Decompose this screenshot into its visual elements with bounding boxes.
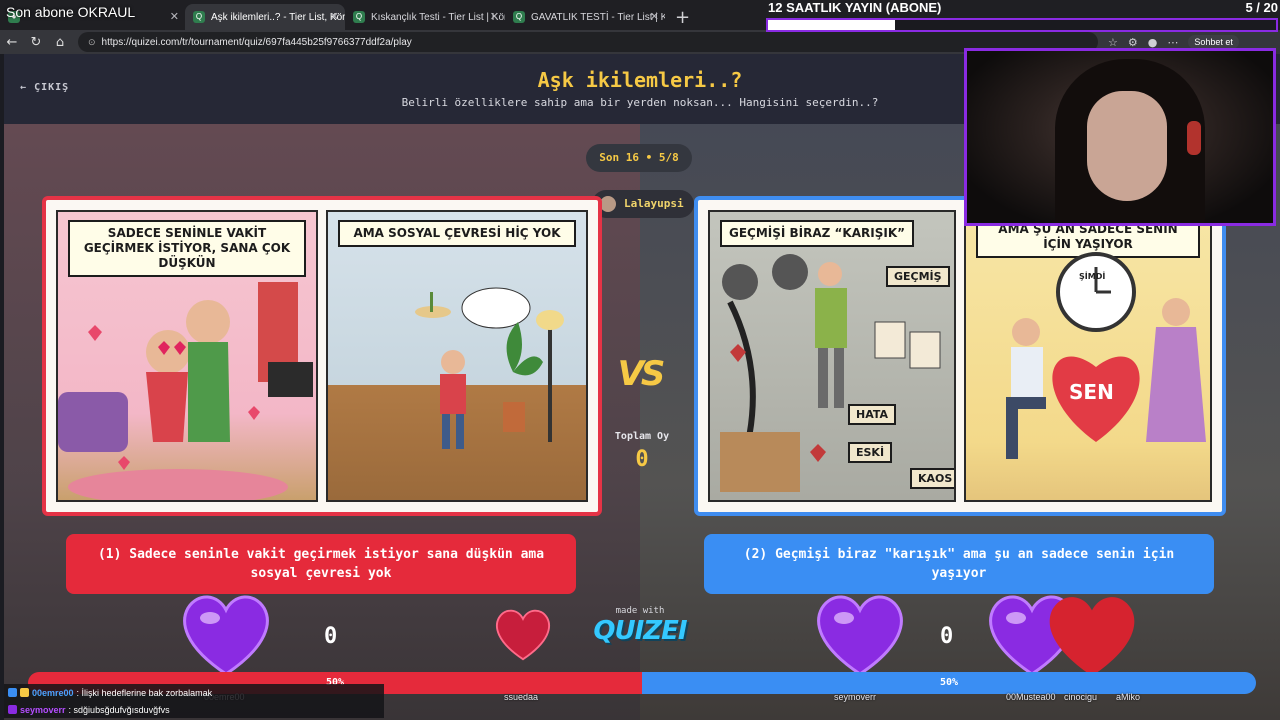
purple-heart-icon	[183, 595, 269, 676]
url-field[interactable]: ⊙ https://quizei.com/tr/tournament/quiz/…	[78, 32, 1098, 52]
close-tab-icon[interactable]: ✕	[490, 10, 499, 23]
hugging-couple-illustration	[58, 282, 313, 500]
made-with-label: made with	[615, 606, 665, 616]
purple-heart-icon	[817, 595, 903, 676]
tab-label: Kıskançlık Testi - Tier List | Kör Sıra	[371, 11, 505, 23]
goal-count: 5 / 20	[1245, 0, 1278, 15]
mod-badge-icon	[8, 688, 17, 697]
voter-name: cinocigu	[1064, 692, 1098, 702]
player-name: Lalayupsi	[624, 197, 684, 210]
profile-icon[interactable]: ●	[1148, 36, 1158, 49]
quizei-logo: QUIZEI	[593, 616, 687, 646]
tab-3[interactable]: Q Kıskançlık Testi - Tier List | Kör Sır…	[345, 4, 505, 30]
close-tab-icon[interactable]: ✕	[170, 10, 179, 23]
chat-text: : sdğiubsğdufvğısduvğfvs	[68, 704, 170, 715]
avatar	[600, 196, 616, 212]
last-subscriber-label: Son abone OKRAUL	[6, 4, 136, 20]
headset-icon	[1187, 121, 1201, 155]
tab-label: Aşk ikilemleri..? - Tier List, Kör Sıra	[211, 11, 345, 23]
option-2-button[interactable]: (2) Geçmişi biraz "karışık" ama şu an sa…	[704, 534, 1214, 594]
chat-text: : İlişki hedeflerine bak zorbalamak	[76, 687, 213, 698]
option-1-panel-1: SADECE SENİNLE VAKİT GEÇİRMEK İSTİYOR, S…	[56, 210, 318, 502]
option-1-panel-2: AMA SOSYAL ÇEVRESİ HİÇ YOK	[326, 210, 588, 502]
heart-label: SEN	[1069, 380, 1114, 404]
option-1-votes: 0	[324, 624, 338, 649]
tab-label: GAVATLIK TESTİ - Tier List | Kör Sıra	[531, 11, 665, 23]
red-heart-icon	[495, 609, 551, 661]
close-tab-icon[interactable]: ✕	[650, 10, 659, 23]
option-1-card[interactable]: SADECE SENİNLE VAKİT GEÇİRMEK İSTİYOR, S…	[42, 196, 602, 516]
voter-name: aMiko	[1116, 692, 1141, 702]
proposal-illustration	[1006, 252, 1206, 459]
red-heart-icon	[1049, 597, 1135, 676]
webcam-feed	[964, 48, 1276, 226]
subscriber-goal: 12 SAATLIK YAYIN (ABONE) 5 / 20	[766, 0, 1280, 34]
lonely-person-illustration	[415, 287, 564, 449]
goal-progress-bar	[766, 18, 1278, 32]
player-badge: Lalayupsi	[592, 190, 694, 218]
menu-icon[interactable]: ⋯	[1167, 36, 1178, 49]
option-2-share: 50%	[642, 672, 1256, 694]
chat-username[interactable]: 00emre00	[32, 688, 74, 698]
goal-label: 12 SAATLIK YAYIN (ABONE)	[768, 0, 942, 15]
stream-screen: ● ✕ Q Aşk ikilemleri..? - Tier List, Kör…	[0, 0, 1280, 720]
close-tab-icon[interactable]: ✕	[330, 10, 339, 23]
messy-past-illustration	[720, 254, 941, 492]
tab-2[interactable]: Q Aşk ikilemleri..? - Tier List, Kör Sır…	[185, 4, 345, 30]
option-1-button[interactable]: (1) Sadece seninle vakit geçirmek istiyo…	[66, 534, 576, 594]
stream-chat: 00emre00 : İlişki hedeflerine bak zorbal…	[4, 684, 384, 718]
voter-name: 00Mustea00	[1006, 692, 1056, 702]
chat-message: 00emre00 : İlişki hedeflerine bak zorbal…	[4, 684, 384, 701]
sub-badge-icon	[20, 688, 29, 697]
url-text: https://quizei.com/tr/tournament/quiz/69…	[101, 36, 412, 48]
clock-label: ŞİMDİ	[1079, 272, 1106, 281]
back-icon[interactable]: ←	[0, 35, 24, 50]
home-icon[interactable]: ⌂	[48, 35, 72, 50]
toolbar-icons: ☆ ⚙ ● ⋯	[1108, 36, 1178, 49]
bookmark-icon[interactable]: ☆	[1108, 36, 1118, 49]
chat-button[interactable]: Sohbet et	[1188, 35, 1239, 49]
option-2-panel-1: GEÇMİŞİ BİRAZ “KARIŞIK” GEÇMİŞ HATA ESKİ…	[708, 210, 956, 502]
new-tab-icon[interactable]: +	[675, 7, 690, 28]
round-badge: Son 16 • 5/8	[586, 144, 692, 172]
goal-progress-fill	[768, 20, 895, 30]
voter-name: ssuedaa	[504, 692, 539, 702]
total-votes-value: 0	[635, 447, 649, 472]
chat-message: seymoverr : sdğiubsğdufvğısduvğfvs	[4, 701, 384, 718]
site-info-icon[interactable]: ⊙	[88, 37, 96, 48]
versus-icon: VS	[617, 354, 666, 394]
chat-username[interactable]: seymoverr	[20, 705, 66, 715]
webcam-face	[1087, 91, 1167, 201]
reload-icon[interactable]: ↻	[24, 35, 48, 50]
total-votes-label: Toplam Oy	[614, 431, 670, 442]
option-2-votes: 0	[940, 624, 954, 649]
voter-name: seymoverr	[834, 692, 877, 702]
sub-badge-icon	[8, 705, 17, 714]
tab-4[interactable]: Q GAVATLIK TESTİ - Tier List | Kör Sıra …	[505, 4, 665, 30]
tab-favicon-icon: Q	[353, 11, 365, 23]
option-2-card[interactable]: GEÇMİŞİ BİRAZ “KARIŞIK” GEÇMİŞ HATA ESKİ…	[694, 196, 1226, 516]
option-2-panel-2: AMA ŞU AN SADECE SENİN İÇİN YAŞIYOR ŞİMD…	[964, 210, 1212, 502]
extensions-icon[interactable]: ⚙	[1128, 36, 1138, 49]
tab-favicon-icon: Q	[513, 11, 525, 23]
tab-favicon-icon: Q	[193, 11, 205, 23]
